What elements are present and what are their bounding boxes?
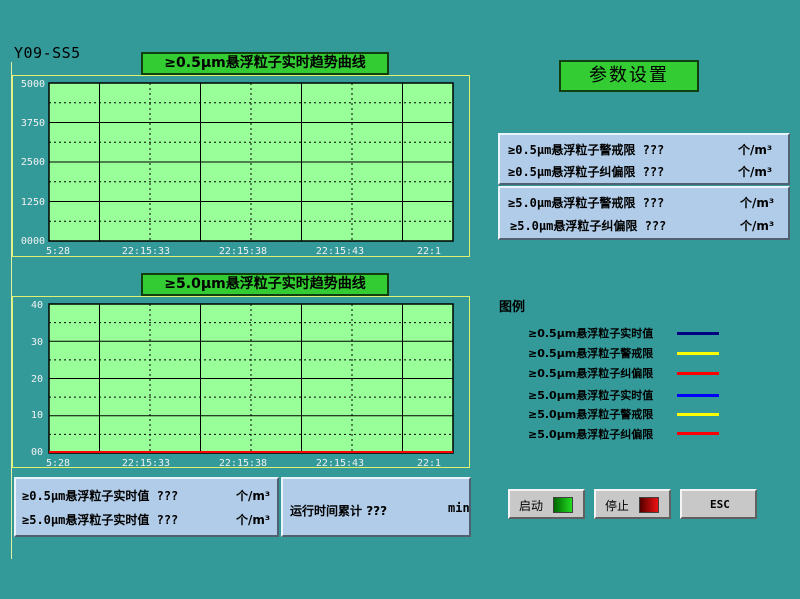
stop-indicator-icon	[639, 497, 659, 513]
chart-2-title: ≥5.0μm悬浮粒子实时趋势曲线	[141, 273, 389, 296]
chart-2-y-tick: 30	[31, 337, 43, 348]
chart-1-y-tick: 5000	[21, 79, 45, 90]
legend-item-label: ≥0.5μm悬浮粒子纠偏限	[528, 367, 654, 380]
legend-item-label: ≥0.5μm悬浮粒子实时值	[528, 327, 654, 340]
chart-1-y-tick: 1250	[21, 197, 45, 208]
chart-1: 5000 3750 2500 1250 0000 5:28 22:15:33 2…	[21, 79, 454, 257]
limit-value[interactable]: ???	[643, 196, 665, 210]
chart-2-x-tick: 22:15:38	[219, 458, 267, 468]
limit-unit: 个/m³	[738, 165, 773, 179]
realtime-value: ???	[156, 513, 179, 527]
limit-value[interactable]: ???	[645, 219, 667, 233]
limit-row: ≥0.5μm悬浮粒子警戒限 ???	[508, 141, 664, 158]
limit-label: ≥5.0μm悬浮粒子警戒限	[508, 196, 636, 210]
legend-swatch	[677, 372, 719, 375]
realtime-values-panel: ≥0.5μm悬浮粒子实时值 ??? 个/m³ ≥5.0μm悬浮粒子实时值 ???…	[14, 477, 279, 537]
stop-button[interactable]: 停止	[594, 489, 671, 519]
limit-row: ≥0.5μm悬浮粒子纠偏限 ???	[508, 163, 664, 180]
limit-value[interactable]: ???	[643, 165, 665, 179]
chart-2: 40 30 20 10 00 5:28 22:15:33 22:15:38 22…	[31, 300, 454, 468]
chart-1-title: ≥0.5μm悬浮粒子实时趋势曲线	[141, 52, 389, 75]
legend-swatch	[677, 432, 719, 435]
limit-row: ≥5.0μm悬浮粒子警戒限 ???	[508, 194, 664, 211]
realtime-value-row: ≥5.0μm悬浮粒子实时值 ???	[22, 511, 178, 528]
runtime-unit: min	[448, 501, 470, 515]
realtime-unit: 个/m³	[236, 513, 271, 527]
start-button-label: 启动	[519, 499, 544, 513]
limit-row: ≥5.0μm悬浮粒子纠偏限 ???	[510, 217, 666, 234]
realtime-value: ???	[156, 489, 179, 503]
chart-2-y-tick: 00	[31, 447, 43, 458]
limits-panel-0-5um: ≥0.5μm悬浮粒子警戒限 ??? 个/m³ ≥0.5μm悬浮粒子纠偏限 ???…	[498, 133, 790, 185]
legend-item-label: ≥5.0μm悬浮粒子纠偏限	[528, 428, 654, 441]
limit-unit: 个/m³	[740, 219, 775, 233]
realtime-label: ≥5.0μm悬浮粒子实时值	[22, 513, 150, 527]
realtime-label: ≥0.5μm悬浮粒子实时值	[22, 489, 150, 503]
chart-2-y-tick: 10	[31, 410, 43, 421]
runtime-row: 运行时间累计 ???	[290, 502, 387, 519]
chart-2-x-tick: 5:28	[46, 458, 70, 468]
chart-1-y-tick: 3750	[21, 118, 45, 129]
realtime-unit: 个/m³	[236, 489, 271, 503]
limit-label: ≥5.0μm悬浮粒子纠偏限	[510, 219, 638, 233]
chart-2-y-tick: 40	[31, 300, 43, 311]
stop-button-label: 停止	[605, 499, 630, 513]
chart-2-y-tick: 20	[31, 374, 43, 385]
legend-swatch	[677, 352, 719, 355]
chart-1-x-tick: 22:15:33	[122, 246, 170, 257]
legend-item-label: ≥0.5μm悬浮粒子警戒限	[528, 347, 654, 360]
chart-2-x-tick: 22:15:43	[316, 458, 364, 468]
chart-1-x-tick: 22:1	[417, 246, 441, 257]
chart-1-x-tick: 22:15:38	[219, 246, 267, 257]
legend-swatch	[677, 332, 719, 335]
limits-panel-5-0um: ≥5.0μm悬浮粒子警戒限 ??? 个/m³ ≥5.0μm悬浮粒子纠偏限 ???…	[498, 186, 790, 240]
chart-1-x-tick: 5:28	[46, 246, 70, 257]
limit-unit: 个/m³	[738, 143, 773, 157]
limit-label: ≥0.5μm悬浮粒子警戒限	[508, 143, 636, 157]
limit-unit: 个/m³	[740, 196, 775, 210]
runtime-panel: 运行时间累计 ??? min	[281, 477, 471, 537]
limit-value[interactable]: ???	[643, 143, 665, 157]
legend-item-label: ≥5.0μm悬浮粒子实时值	[528, 389, 654, 402]
chart-1-y-tick: 0000	[21, 236, 45, 247]
chart-1-y-tick: 2500	[21, 157, 45, 168]
legend-item-label: ≥5.0μm悬浮粒子警戒限	[528, 408, 654, 421]
chart-2-x-tick: 22:15:33	[122, 458, 170, 468]
limit-label: ≥0.5μm悬浮粒子纠偏限	[508, 165, 636, 179]
legend-swatch	[677, 413, 719, 416]
esc-button[interactable]: ESC	[680, 489, 757, 519]
runtime-value: ???	[366, 504, 388, 518]
parameter-settings-button[interactable]: 参数设置	[559, 60, 699, 92]
realtime-value-row: ≥0.5μm悬浮粒子实时值 ???	[22, 487, 178, 504]
runtime-label: 运行时间累计	[290, 504, 363, 518]
start-button[interactable]: 启动	[508, 489, 585, 519]
legend-title: 图例	[499, 300, 526, 315]
chart-1-x-tick: 22:15:43	[316, 246, 364, 257]
station-id: Y09-SS5	[14, 44, 81, 62]
esc-button-label: ESC	[710, 498, 730, 511]
start-indicator-icon	[553, 497, 573, 513]
chart-2-x-tick: 22:1	[417, 458, 441, 468]
legend-swatch	[677, 394, 719, 397]
